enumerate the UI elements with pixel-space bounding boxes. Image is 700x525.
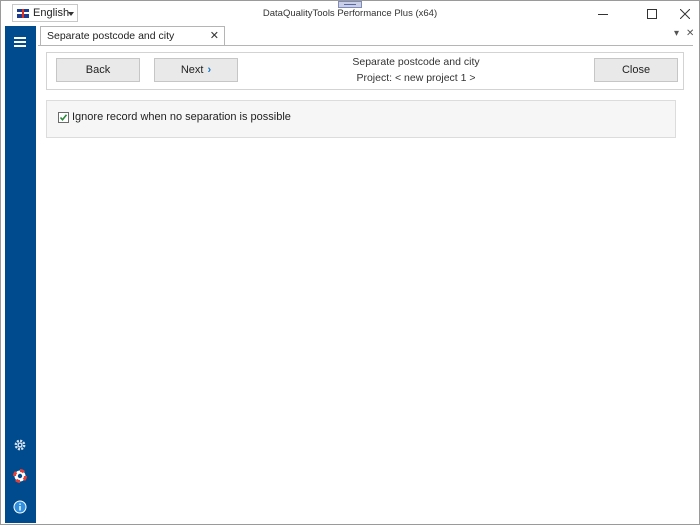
- maximize-button[interactable]: [634, 1, 670, 26]
- hamburger-icon[interactable]: [14, 37, 26, 47]
- project-name: Project: < new project 1 >: [356, 72, 476, 84]
- app-window: English DataQualityTools Performance Plu…: [0, 0, 700, 525]
- next-label: Next: [180, 64, 204, 76]
- toolbar-panel: Back Next › Separate postcode and city P…: [46, 52, 684, 90]
- minimize-icon: [598, 13, 608, 15]
- sidebar: [5, 26, 36, 523]
- maximize-icon: [647, 8, 657, 19]
- options-panel: Ignore record when no separation is poss…: [46, 100, 676, 138]
- gear-icon[interactable]: [13, 438, 27, 452]
- close-window-button[interactable]: [667, 1, 700, 26]
- tab-strip: Separate postcode and city ✕ ▾ ✕: [37, 26, 699, 46]
- tab-label: Separate postcode and city: [47, 30, 175, 42]
- main-content: Back Next › Separate postcode and city P…: [38, 45, 693, 522]
- close-button[interactable]: Close: [594, 58, 678, 82]
- title-bar: English DataQualityTools Performance Plu…: [1, 1, 699, 26]
- ignore-record-label[interactable]: Ignore record when no separation is poss…: [72, 111, 291, 123]
- ignore-record-checkbox[interactable]: [58, 112, 69, 123]
- close-icon: [680, 8, 690, 19]
- chevron-right-icon: ›: [207, 64, 212, 76]
- minimize-button[interactable]: [585, 1, 621, 26]
- tab-separate-postcode[interactable]: Separate postcode and city ✕: [40, 26, 225, 45]
- checkmark-icon: [59, 114, 68, 122]
- info-icon[interactable]: [13, 500, 27, 514]
- drag-grip-icon[interactable]: [338, 1, 362, 8]
- back-button[interactable]: Back: [56, 58, 140, 82]
- close-all-tabs-icon[interactable]: ✕: [686, 28, 694, 39]
- next-button[interactable]: Next ›: [154, 58, 238, 82]
- tab-list-dropdown-icon[interactable]: ▾: [674, 28, 679, 39]
- tab-close-icon[interactable]: ✕: [210, 29, 219, 42]
- lifebuoy-icon[interactable]: [13, 469, 27, 483]
- page-title: Separate postcode and city: [352, 56, 480, 68]
